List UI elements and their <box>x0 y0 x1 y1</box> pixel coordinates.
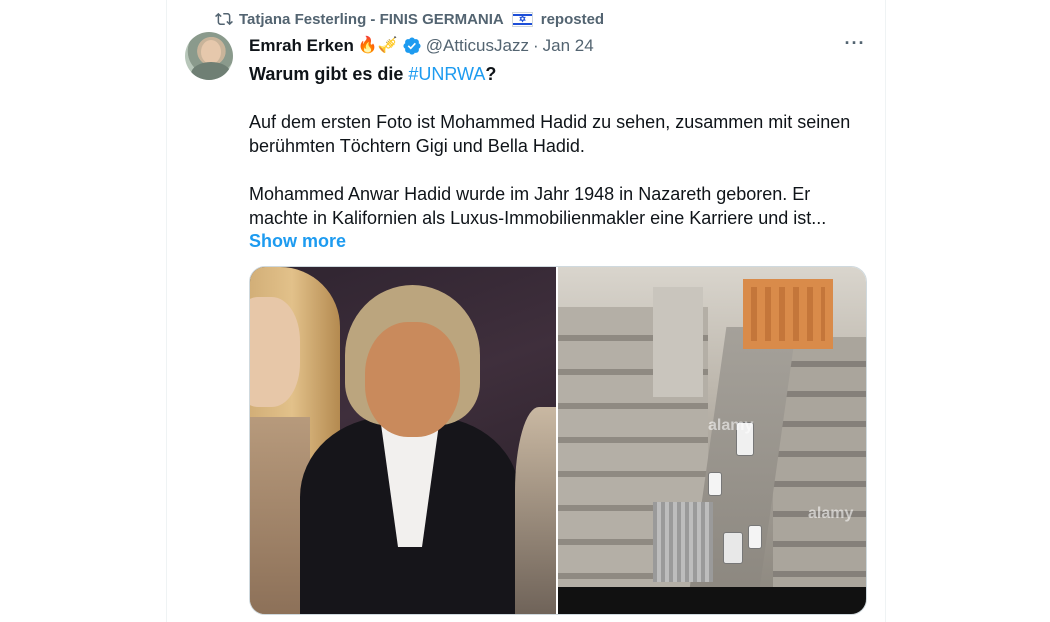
author-name[interactable]: Emrah Erken <box>249 36 354 56</box>
repost-user-name[interactable]: Tatjana Festerling - FINIS GERMANIA <box>239 11 504 28</box>
more-horizontal-icon: ··· <box>844 33 866 53</box>
tweet-date[interactable]: Jan 24 <box>543 36 594 56</box>
tweet-text: Warum gibt es die #UNRWA? Auf dem ersten… <box>249 62 859 230</box>
tweet-header: Emrah Erken 🔥🎺 @AtticusJazz · Jan 24 <box>249 34 594 58</box>
headline-suffix: ? <box>485 64 497 84</box>
repost-context[interactable]: Tatjana Festerling - FINIS GERMANIA ✡ re… <box>215 8 604 30</box>
tweet-media: alamy alamy <box>249 266 867 615</box>
show-more-link[interactable]: Show more <box>249 229 346 253</box>
author-name-emoji: 🔥🎺 <box>357 37 398 54</box>
media-photo-2[interactable]: alamy alamy <box>558 267 866 614</box>
media-photo-1[interactable] <box>250 267 556 614</box>
author-handle[interactable]: @AtticusJazz <box>426 36 529 56</box>
israel-flag-icon: ✡ <box>511 11 533 27</box>
verified-badge-icon[interactable] <box>402 36 422 56</box>
more-options-button[interactable]: ··· <box>843 33 867 55</box>
avatar[interactable] <box>185 32 233 80</box>
headline-text: Warum gibt es die <box>249 64 409 84</box>
watermark-text: alamy <box>808 505 854 522</box>
tweet-paragraph-2: Mohammed Anwar Hadid wurde im Jahr 1948 … <box>249 184 827 228</box>
repost-label: reposted <box>540 10 605 28</box>
tweet-paragraph-1: Auf dem ersten Foto ist Mohammed Hadid z… <box>249 112 851 156</box>
watermark-text: alamy <box>708 417 754 434</box>
header-separator: · <box>532 36 539 55</box>
timeline-column: Tatjana Festerling - FINIS GERMANIA ✡ re… <box>166 0 886 622</box>
hashtag-link[interactable]: #UNRWA <box>408 64 485 84</box>
tweet-headline: Warum gibt es die #UNRWA? <box>249 62 859 86</box>
repost-icon <box>215 12 233 26</box>
